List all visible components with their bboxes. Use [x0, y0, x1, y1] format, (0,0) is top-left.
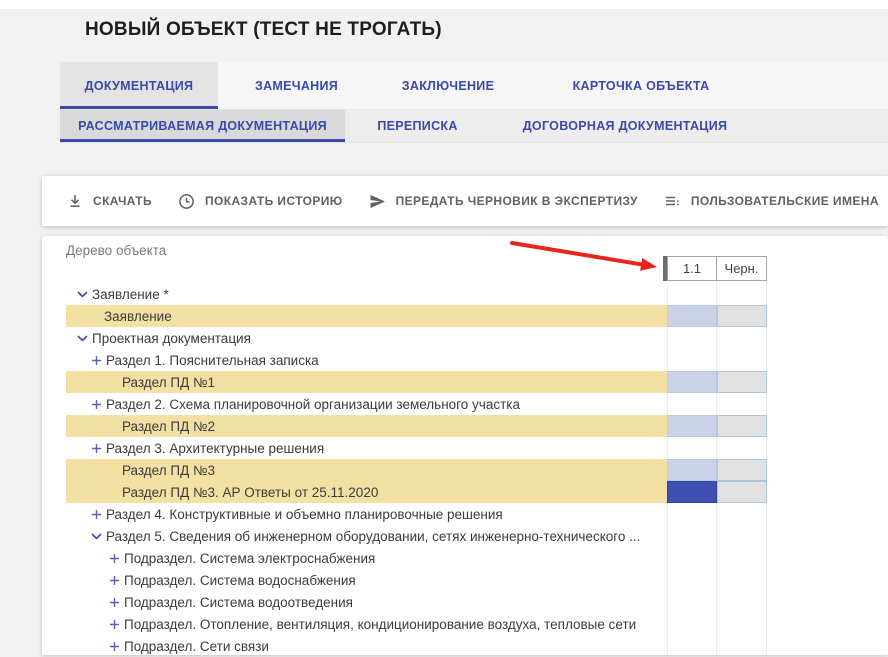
window-top-strip: [0, 0, 888, 9]
tree-row[interactable]: Подраздел. Сети связи: [66, 635, 888, 657]
secondary-tab-bar: РАССМАТРИВАЕМАЯ ДОКУМЕНТАЦИЯПЕРЕПИСКАДОГ…: [60, 110, 888, 143]
tree-row[interactable]: Проектная документация: [66, 327, 888, 349]
tree-row-label: Раздел ПД №3: [122, 463, 215, 478]
primary-tab-bar: ДОКУМЕНТАЦИЯЗАМЕЧАНИЯЗАКЛЮЧЕНИЕКАРТОЧКА …: [60, 62, 888, 110]
tree-row-label: Раздел ПД №2: [122, 419, 215, 434]
tab-primary-2[interactable]: ЗАКЛЮЧЕНИЕ: [375, 62, 521, 109]
chevron-down-icon[interactable]: [90, 530, 102, 542]
toolbar-button-0[interactable]: СКАЧАТЬ: [66, 193, 152, 210]
tab-primary-1[interactable]: ЗАМЕЧАНИЯ: [218, 62, 375, 109]
toolbar-button-2[interactable]: ПЕРЕДАТЬ ЧЕРНОВИК В ЭКСПЕРТИЗУ: [369, 193, 638, 210]
tree-row[interactable]: Заявление: [66, 305, 888, 327]
toolbar-button-label: ПОКАЗАТЬ ИСТОРИЮ: [205, 194, 343, 208]
tree-row[interactable]: Раздел ПД №3. АР Ответы от 25.11.2020: [66, 481, 888, 503]
tab-secondary-2[interactable]: ДОГОВОРНАЯ ДОКУМЕНТАЦИЯ: [490, 110, 760, 142]
tree-row-label: Раздел ПД №1: [122, 375, 215, 390]
cell-chern-draft[interactable]: [717, 459, 767, 481]
toolbar-button-3[interactable]: ПОЛЬЗОВАТЕЛЬСКИЕ ИМЕНА: [664, 193, 879, 210]
toolbar-button-1[interactable]: ПОКАЗАТЬ ИСТОРИЮ: [178, 193, 343, 210]
object-tree-panel: Дерево объекта 1.1 Черн. Заявление *Заяв…: [42, 236, 888, 655]
panel-title: Дерево объекта: [66, 243, 166, 258]
tree-row-label: Раздел 5. Сведения об инженерном оборудо…: [106, 529, 640, 544]
tree-row[interactable]: Раздел 5. Сведения об инженерном оборудо…: [66, 525, 888, 547]
tree-row[interactable]: Заявление *: [66, 283, 888, 305]
tree-row[interactable]: Раздел 1. Пояснительная записка: [66, 349, 888, 371]
plus-icon[interactable]: [108, 596, 120, 608]
tree-row[interactable]: Подраздел. Система водоотведения: [66, 591, 888, 613]
tree-row-label: Заявление: [104, 309, 172, 324]
tree-row-label: Подраздел. Система электроснабжения: [124, 551, 375, 566]
cell-1-1-version[interactable]: [667, 371, 717, 393]
cell-1-1-selected[interactable]: [667, 481, 717, 503]
tree-row[interactable]: Раздел 4. Конструктивные и объемно плани…: [66, 503, 888, 525]
cell-chern-draft[interactable]: [717, 481, 767, 503]
download-icon: [66, 193, 83, 210]
cell-1-1-version[interactable]: [667, 459, 717, 481]
tab-primary-3[interactable]: КАРТОЧКА ОБЪЕКТА: [521, 62, 761, 109]
tree-row[interactable]: Раздел 3. Архитектурные решения: [66, 437, 888, 459]
plus-icon[interactable]: [90, 354, 102, 366]
tree-row[interactable]: Раздел ПД №3: [66, 459, 888, 481]
cell-1-1-version[interactable]: [667, 415, 717, 437]
object-tree: Заявление * Заявление Проектная документац…: [66, 283, 888, 657]
tree-row[interactable]: Подраздел. Система электроснабжения: [66, 547, 888, 569]
cell-chern-draft[interactable]: [717, 415, 767, 437]
tree-row[interactable]: Раздел 2. Схема планировочной организаци…: [66, 393, 888, 415]
tree-row-label: Подраздел. Система водоотведения: [124, 595, 353, 610]
plus-icon[interactable]: [108, 552, 120, 564]
tree-row-label: Раздел 3. Архитектурные решения: [106, 441, 324, 456]
plus-icon[interactable]: [108, 640, 120, 652]
tab-secondary-0[interactable]: РАССМАТРИВАЕМАЯ ДОКУМЕНТАЦИЯ: [60, 110, 345, 142]
column-header-chern[interactable]: Черн.: [716, 256, 767, 281]
tree-row-label: Подраздел. Система водоснабжения: [124, 573, 356, 588]
tree-row[interactable]: Раздел ПД №1: [66, 371, 888, 393]
tree-row[interactable]: Раздел ПД №2: [66, 415, 888, 437]
tree-row-label: Подраздел. Отопление, вентиляция, кондиц…: [124, 617, 636, 632]
page-title: НОВЫЙ ОБЪЕКТ (ТЕСТ НЕ ТРОГАТЬ): [85, 19, 442, 41]
toolbar: СКАЧАТЬ ПОКАЗАТЬ ИСТОРИЮ ПЕРЕДАТЬ ЧЕРНОВИК…: [42, 176, 888, 226]
toolbar-button-label: ПЕРЕДАТЬ ЧЕРНОВИК В ЭКСПЕРТИЗУ: [396, 194, 638, 208]
plus-icon[interactable]: [90, 398, 102, 410]
toolbar-button-label: СКАЧАТЬ: [93, 194, 152, 208]
toolbar-button-label: ПОЛЬЗОВАТЕЛЬСКИЕ ИМЕНА: [691, 194, 879, 208]
tab-primary-0[interactable]: ДОКУМЕНТАЦИЯ: [60, 62, 218, 109]
send-icon: [369, 193, 386, 210]
plus-icon[interactable]: [90, 508, 102, 520]
tree-row-label: Раздел ПД №3. АР Ответы от 25.11.2020: [122, 485, 378, 500]
tree-row[interactable]: Подраздел. Система водоснабжения: [66, 569, 888, 591]
tree-row-label: Раздел 2. Схема планировочной организаци…: [106, 397, 520, 412]
tree-row-label: Проектная документация: [92, 331, 251, 346]
tree-row-label: Заявление *: [92, 287, 169, 302]
cell-chern-draft[interactable]: [717, 371, 767, 393]
plus-icon[interactable]: [90, 442, 102, 454]
names-icon: [664, 193, 681, 210]
chevron-down-icon[interactable]: [76, 332, 88, 344]
tab-secondary-1[interactable]: ПЕРЕПИСКА: [345, 110, 490, 142]
plus-icon[interactable]: [108, 618, 120, 630]
column-header-1-1[interactable]: 1.1: [667, 256, 717, 281]
chevron-down-icon[interactable]: [76, 288, 88, 300]
cell-chern-draft[interactable]: [717, 305, 767, 327]
plus-icon[interactable]: [108, 574, 120, 586]
tree-row-label: Раздел 1. Пояснительная записка: [106, 353, 319, 368]
cell-1-1-version[interactable]: [667, 305, 717, 327]
tree-row-label: Раздел 4. Конструктивные и объемно плани…: [106, 507, 503, 522]
tree-row-label: Подраздел. Сети связи: [124, 639, 269, 654]
history-icon: [178, 193, 195, 210]
tree-row[interactable]: Подраздел. Отопление, вентиляция, кондиц…: [66, 613, 888, 635]
